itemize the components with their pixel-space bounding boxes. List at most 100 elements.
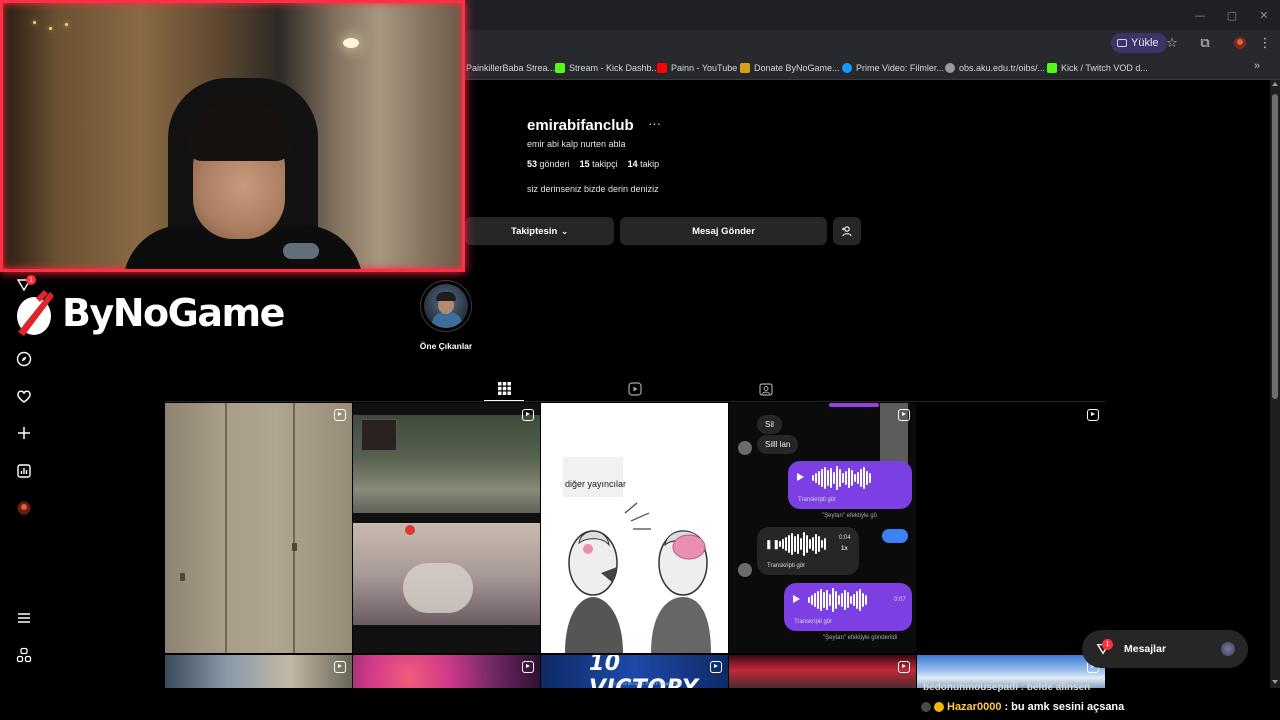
stat-count: 53	[527, 159, 538, 169]
bookmark-item[interactable]: Painn - YouTube	[657, 61, 737, 75]
also-from-meta-icon[interactable]	[14, 645, 34, 665]
explore-icon[interactable]	[14, 349, 34, 369]
scroll-up-arrow[interactable]	[1272, 82, 1278, 86]
bookmark-label: obs.aku.edu.tr/oibs/...	[959, 63, 1046, 73]
extensions-icon[interactable]: ⧉	[1195, 33, 1215, 53]
following-button[interactable]: Takiptesin ⌄	[465, 217, 614, 245]
bookmark-label: Prime Video: Filmler...	[856, 63, 944, 73]
dm-avatar	[738, 441, 752, 455]
profile-options-button[interactable]: ···	[648, 116, 661, 131]
chat-badge-icon	[921, 702, 931, 712]
dm-message-text: Sil	[765, 420, 774, 429]
messages-badge: 1	[1102, 639, 1113, 650]
bookmark-label: Donate ByNoGame...	[754, 63, 840, 73]
messages-dock-label: Mesajlar	[1124, 643, 1167, 655]
effect-note: "Şeytan" efektiyle gö	[822, 513, 877, 519]
reel-icon	[522, 409, 534, 421]
scrollbar-thumb[interactable]	[1272, 94, 1278, 399]
heart-icon[interactable]	[14, 386, 34, 406]
webcam-overlay	[0, 0, 465, 272]
chat-badge-icon	[934, 702, 944, 712]
tabs-divider	[165, 401, 1105, 402]
scroll-down-arrow[interactable]	[1272, 680, 1278, 684]
moon-icon	[882, 529, 908, 543]
post-tile[interactable]	[917, 403, 1105, 653]
post-tile[interactable]: 10 VICTORY SCOREBOARD PERFORMANCE	[541, 655, 728, 688]
stat-label: takipçi	[592, 159, 618, 169]
voice-message[interactable]: ❚❚ 0:04 1x Transkripti gör	[757, 527, 859, 575]
stat-followers[interactable]: 15 takipçi	[580, 159, 618, 169]
highlight-label: Öne Çıkanlar	[419, 341, 473, 351]
profile-bio: siz derinseniz bizde derin deniziz	[527, 184, 659, 194]
tagged-icon	[759, 383, 773, 396]
bookmark-item[interactable]: Stream - Kick Dashb...	[555, 61, 659, 75]
bookmark-item[interactable]: Donate ByNoGame...	[740, 61, 840, 75]
reel-icon	[522, 661, 534, 673]
voice-duration: 0:07	[894, 597, 906, 603]
story-highlight[interactable]	[420, 280, 472, 332]
post-tile[interactable]: diğer yayıncılar	[541, 403, 728, 653]
chat-message: Hazar0000 : bu amk sesini açsana	[921, 701, 1124, 713]
menu-icon[interactable]	[14, 608, 34, 628]
post-tile[interactable]	[729, 655, 916, 688]
bookmark-item[interactable]: Prime Video: Filmler...	[842, 61, 944, 75]
more-bookmarks-icon[interactable]: »	[1254, 60, 1260, 72]
reel-icon	[334, 409, 346, 421]
profile-username: emirabifanclub	[527, 117, 634, 134]
page-scrollbar[interactable]	[1270, 80, 1280, 688]
voice-message[interactable]: Transkripti gör	[788, 461, 912, 509]
dashboard-icon[interactable]	[14, 461, 34, 481]
close-button[interactable]: ✕	[1248, 0, 1280, 30]
victory-subtitle: SCOREBOARD PERFORMANCE	[611, 681, 683, 686]
chat-previous-message: bedonunmousepadi : belde alinsen	[923, 682, 1091, 693]
transcript-link[interactable]: Transkripti gör	[767, 563, 805, 569]
donate-icon	[740, 63, 750, 73]
send-message-button[interactable]: Mesaj Gönder	[620, 217, 827, 245]
bookmark-label: Kick / Twitch VOD d...	[1061, 63, 1148, 73]
waveform	[812, 465, 871, 491]
profile-avatar-icon[interactable]	[14, 498, 34, 518]
stat-label: gönderi	[539, 159, 570, 169]
meme-illustration	[565, 502, 711, 653]
profile-icon[interactable]	[1230, 33, 1250, 53]
maximize-button[interactable]: ▢	[1216, 0, 1248, 30]
suggest-people-button[interactable]	[833, 217, 861, 245]
tab-posts[interactable]	[484, 377, 524, 401]
create-plus-icon[interactable]	[14, 423, 34, 443]
window-controls: — ▢ ✕	[1184, 0, 1280, 30]
transcript-link[interactable]: Transkripti gör	[794, 619, 832, 625]
post-tile[interactable]	[165, 655, 352, 688]
upload-button[interactable]: Yükle	[1111, 33, 1167, 53]
pause-icon: ❚❚	[765, 539, 781, 549]
transcript-link[interactable]: Transkripti gör	[798, 497, 836, 503]
bookmark-star-icon[interactable]: ☆	[1162, 33, 1182, 53]
post-tile[interactable]	[353, 403, 540, 653]
chat-username: Hazar0000	[947, 701, 1002, 713]
bynogame-logo-text: ByNoGame	[62, 291, 285, 335]
playback-speed[interactable]: 1x	[841, 546, 848, 552]
bookmark-item[interactable]: PainkillerBaba Strea...	[466, 61, 555, 75]
highlight-cover	[424, 284, 468, 328]
posts-grid-icon	[497, 382, 511, 395]
tab-reels[interactable]	[615, 377, 655, 401]
dm-message: Silll lan	[757, 435, 799, 454]
waveform	[808, 587, 867, 613]
bookmark-item[interactable]: obs.aku.edu.tr/oibs/...	[945, 61, 1045, 75]
post-tile[interactable]	[353, 655, 540, 688]
tab-tagged[interactable]	[746, 377, 786, 401]
bookmark-label: Painn - YouTube	[671, 63, 738, 73]
reel-icon	[898, 661, 910, 673]
reels-icon	[628, 382, 642, 396]
bookmark-label: Stream - Kick Dashb...	[569, 63, 660, 73]
browser-menu-icon[interactable]: ⋮	[1255, 33, 1275, 53]
stat-following[interactable]: 14 takip	[628, 159, 660, 169]
minimize-button[interactable]: —	[1184, 0, 1216, 30]
voice-message[interactable]: 0:07 Transkripti gör	[784, 583, 912, 631]
bookmark-item[interactable]: Kick / Twitch VOD d...	[1047, 61, 1148, 75]
bynogame-logo: ByNoGame	[14, 288, 285, 338]
profile-stats: 53 gönderi 15 takipçi 14 takip	[527, 159, 659, 169]
post-tile[interactable]	[165, 403, 352, 653]
upload-icon	[1117, 39, 1127, 47]
post-tile[interactable]: Sil Silll lan Transkripti gör "Şeytan" e…	[729, 403, 916, 653]
bynogame-logo-icon	[17, 290, 54, 336]
